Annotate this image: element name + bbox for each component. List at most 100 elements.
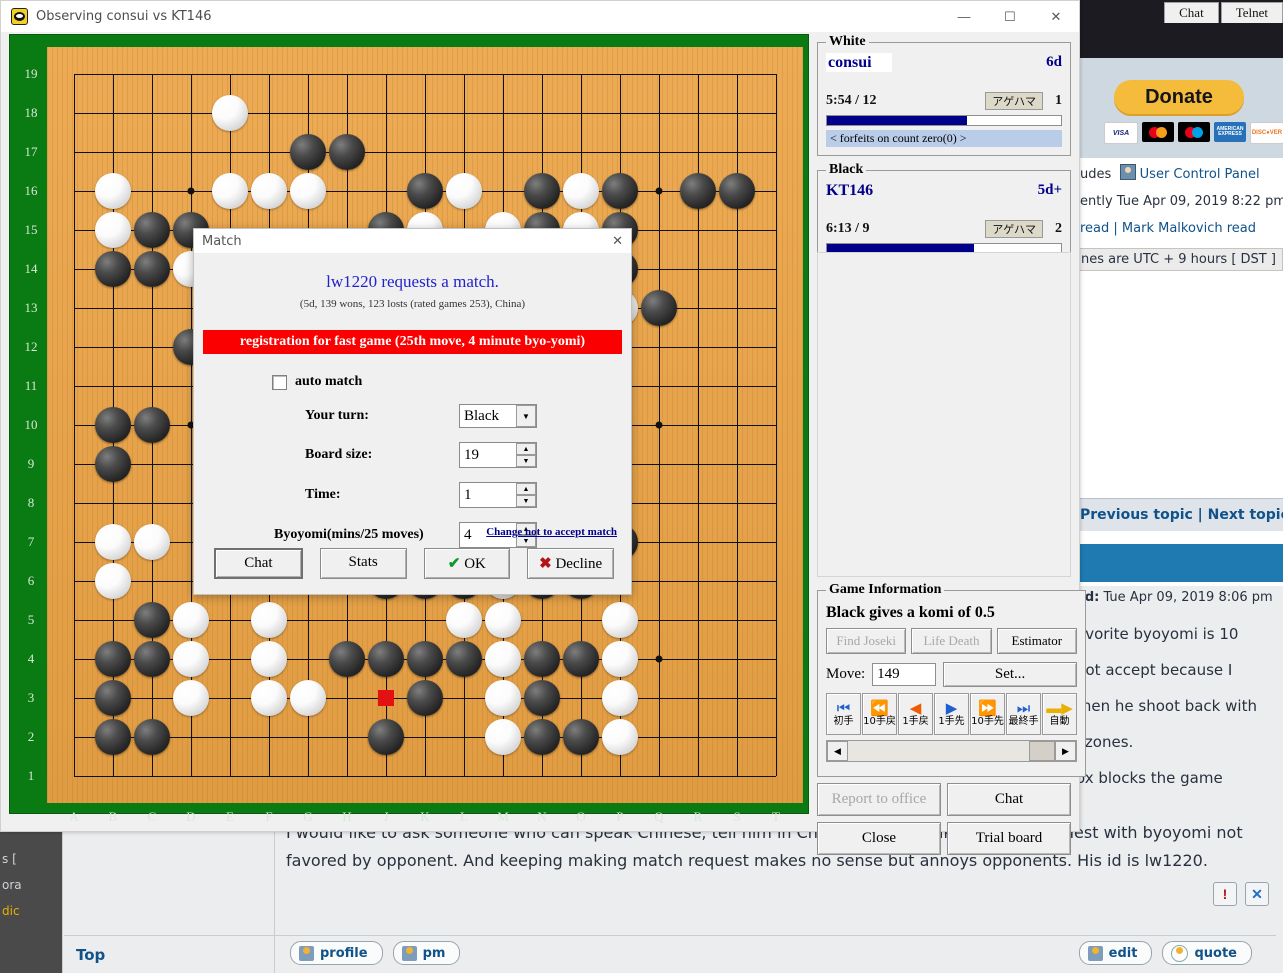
black-stone[interactable] bbox=[134, 251, 170, 287]
white-stone[interactable] bbox=[251, 602, 287, 638]
white-stone[interactable] bbox=[95, 524, 131, 560]
dialog-ok-button[interactable]: ✔ OK bbox=[423, 548, 511, 579]
black-stone[interactable] bbox=[134, 641, 170, 677]
black-stone[interactable] bbox=[602, 173, 638, 209]
black-stone[interactable] bbox=[95, 251, 131, 287]
black-stone[interactable] bbox=[134, 602, 170, 638]
white-stone[interactable] bbox=[212, 95, 248, 131]
white-stone[interactable] bbox=[251, 641, 287, 677]
white-stone[interactable] bbox=[485, 719, 521, 755]
stepper-down-icon[interactable]: ▼ bbox=[516, 455, 536, 467]
black-stone[interactable] bbox=[95, 407, 131, 443]
move-number-field[interactable]: 149 bbox=[872, 663, 937, 686]
estimator-button[interactable]: Estimator bbox=[996, 628, 1077, 654]
white-stone[interactable] bbox=[563, 173, 599, 209]
white-stone[interactable] bbox=[602, 680, 638, 716]
bottom-button-row-2[interactable]: Close Trial board bbox=[817, 822, 1071, 855]
black-stone[interactable] bbox=[719, 173, 755, 209]
white-stone[interactable] bbox=[602, 719, 638, 755]
stepper-down-icon[interactable]: ▼ bbox=[516, 495, 536, 507]
move-nav-button-6[interactable]: ▬▶ 自動 bbox=[1042, 693, 1077, 735]
black-stone[interactable] bbox=[368, 719, 404, 755]
white-stone[interactable] bbox=[446, 602, 482, 638]
scroll-track[interactable] bbox=[848, 742, 1029, 760]
move-nav-button-3[interactable]: ▶ 1手先 bbox=[934, 693, 969, 735]
black-stone[interactable] bbox=[563, 641, 599, 677]
black-stone[interactable] bbox=[329, 641, 365, 677]
your-turn-select[interactable]: Black ▼ bbox=[459, 404, 537, 428]
white-stone[interactable] bbox=[173, 641, 209, 677]
white-stone[interactable] bbox=[251, 680, 287, 716]
trial-board-button[interactable]: Trial board bbox=[947, 822, 1071, 855]
black-stone[interactable] bbox=[563, 719, 599, 755]
black-stone[interactable] bbox=[524, 641, 560, 677]
black-stone[interactable] bbox=[446, 641, 482, 677]
black-stone[interactable] bbox=[680, 173, 716, 209]
window-tabs[interactable]: Chat Telnet bbox=[1164, 2, 1283, 23]
window-controls[interactable]: — ☐ ✕ bbox=[941, 1, 1079, 32]
bottom-button-row-1[interactable]: Report to office Chat bbox=[817, 783, 1071, 816]
white-stone[interactable] bbox=[485, 641, 521, 677]
black-stone[interactable] bbox=[134, 407, 170, 443]
donate-button[interactable]: Donate bbox=[1114, 80, 1244, 114]
white-stone[interactable] bbox=[290, 680, 326, 716]
move-nav-button-1[interactable]: ⏪ 10手戻 bbox=[862, 693, 897, 735]
move-nav-button-0[interactable]: ⏮ 初手 bbox=[826, 693, 861, 735]
report-post-icon[interactable]: ! bbox=[1213, 882, 1237, 906]
black-stone[interactable] bbox=[134, 719, 170, 755]
white-stone[interactable] bbox=[485, 602, 521, 638]
white-stone[interactable] bbox=[290, 173, 326, 209]
board-size-stepper[interactable]: 19 ▲ ▼ bbox=[459, 442, 537, 468]
white-stone[interactable] bbox=[485, 680, 521, 716]
black-stone[interactable] bbox=[95, 446, 131, 482]
go-window-titlebar[interactable]: Observing consui vs KT146 — ☐ ✕ bbox=[1, 1, 1079, 33]
white-stone[interactable] bbox=[134, 524, 170, 560]
observer-list-panel[interactable] bbox=[817, 252, 1071, 577]
white-stone[interactable] bbox=[446, 173, 482, 209]
forum-row-ucp[interactable]: udes User Control Panel bbox=[1076, 158, 1283, 188]
set-button[interactable]: Set... bbox=[943, 662, 1077, 687]
white-stone[interactable] bbox=[212, 173, 248, 209]
black-stone[interactable] bbox=[524, 680, 560, 716]
scroll-right-icon[interactable]: ▶ bbox=[1055, 741, 1076, 761]
dialog-close-icon[interactable]: ✕ bbox=[612, 234, 623, 249]
forum-read-links[interactable]: read | Mark Malkovich read bbox=[1076, 215, 1283, 242]
black-stone[interactable] bbox=[329, 134, 365, 170]
edit-button[interactable]: edit bbox=[1078, 941, 1153, 965]
analysis-button-row[interactable]: Find Joseki Life Death Estimator bbox=[826, 628, 1077, 654]
stepper-up-icon[interactable]: ▲ bbox=[516, 483, 536, 495]
minimize-button[interactable]: — bbox=[941, 1, 987, 32]
dialog-chat-button[interactable]: Chat bbox=[214, 548, 303, 579]
black-stone[interactable] bbox=[290, 134, 326, 170]
black-stone[interactable] bbox=[641, 290, 677, 326]
scroll-thumb[interactable] bbox=[1029, 741, 1055, 761]
user-control-panel-link[interactable]: User Control Panel bbox=[1140, 167, 1260, 182]
dialog-stats-button[interactable]: Stats bbox=[319, 548, 407, 579]
black-stone[interactable] bbox=[368, 641, 404, 677]
match-request-dialog[interactable]: Match ✕ lw1220 requests a match. (5d, 13… bbox=[193, 228, 632, 595]
board-size-row[interactable]: Board size: 19 ▲ ▼ bbox=[194, 442, 631, 468]
black-stone[interactable] bbox=[134, 212, 170, 248]
black-stone[interactable] bbox=[407, 173, 443, 209]
white-stone[interactable] bbox=[95, 563, 131, 599]
report-to-office-button[interactable]: Report to office bbox=[817, 783, 941, 816]
topic-nav-links[interactable]: Previous topic | Next topic bbox=[1076, 507, 1283, 523]
black-stone[interactable] bbox=[95, 719, 131, 755]
black-stone[interactable] bbox=[524, 719, 560, 755]
chevron-down-icon[interactable]: ▼ bbox=[516, 405, 536, 427]
game-chat-button[interactable]: Chat bbox=[947, 783, 1071, 816]
black-stone[interactable] bbox=[524, 173, 560, 209]
black-stone[interactable] bbox=[95, 641, 131, 677]
move-scrollbar[interactable]: ◀ ▶ bbox=[826, 740, 1077, 762]
close-button[interactable]: ✕ bbox=[1033, 1, 1079, 32]
move-navigation-buttons[interactable]: ⏮ 初手 ⏪ 10手戻 ◀ 1手戻 ▶ 1手先 ⏩ 10手先 ⏭ 最終手 ▬▶ 自動 bbox=[826, 693, 1077, 735]
maximize-button[interactable]: ☐ bbox=[987, 1, 1033, 32]
black-stone[interactable] bbox=[407, 641, 443, 677]
dialog-decline-button[interactable]: ✖ Decline bbox=[527, 548, 614, 579]
move-nav-button-5[interactable]: ⏭ 最終手 bbox=[1006, 693, 1041, 735]
tab-telnet[interactable]: Telnet bbox=[1220, 2, 1283, 23]
stepper-up-icon[interactable]: ▲ bbox=[516, 443, 536, 455]
change-not-to-accept-link[interactable]: Change not to accept match bbox=[486, 526, 617, 538]
forum-read-link[interactable]: read | Mark Malkovich read bbox=[1080, 221, 1256, 236]
quote-button[interactable]: quote bbox=[1162, 941, 1252, 965]
